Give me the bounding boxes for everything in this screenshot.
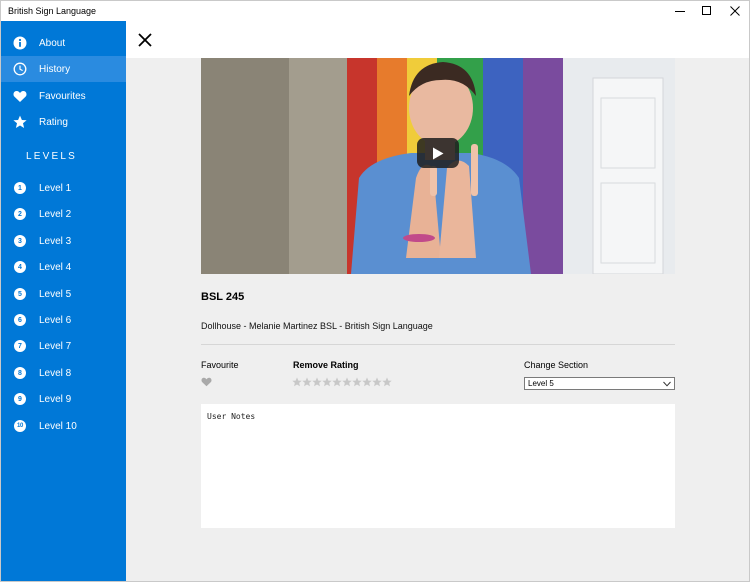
level-number-badge: 7: [14, 340, 26, 352]
video-title: BSL 245: [201, 291, 245, 303]
sidebar-item-level-4[interactable]: 4 Level 4: [1, 254, 126, 280]
sidebar: About History Favourites Rating LEVELS 1…: [1, 21, 126, 581]
sidebar-item-label: Level 6: [39, 315, 72, 326]
main-content: BSL 245 Dollhouse - Melanie Martinez BSL…: [126, 21, 749, 581]
sidebar-item-label: Level 8: [39, 368, 72, 379]
star-icon: [13, 115, 27, 129]
sidebar-item-level-5[interactable]: 5 Level 5: [1, 281, 126, 307]
rating-star-icon[interactable]: [322, 377, 332, 387]
change-section-label: Change Section: [524, 360, 589, 370]
sidebar-item-level-9[interactable]: 9 Level 9: [1, 386, 126, 412]
sidebar-item-level-10[interactable]: 10 Level 10: [1, 413, 126, 439]
level-number-badge: 9: [14, 393, 26, 405]
rating-star-icon[interactable]: [372, 377, 382, 387]
remove-rating-button[interactable]: Remove Rating: [293, 360, 359, 370]
level-number-badge: 5: [14, 288, 26, 300]
window-close-button[interactable]: [712, 1, 749, 21]
window-title: British Sign Language: [8, 6, 97, 16]
sidebar-item-level-7[interactable]: 7 Level 7: [1, 333, 126, 359]
sidebar-item-favourites[interactable]: Favourites: [1, 83, 126, 109]
sidebar-item-label: Level 2: [39, 209, 72, 220]
rating-star-icon[interactable]: [292, 377, 302, 387]
sidebar-item-level-6[interactable]: 6 Level 6: [1, 307, 126, 333]
window-close-icon: [730, 6, 740, 16]
rating-star-icon[interactable]: [312, 377, 322, 387]
sidebar-item-label: History: [39, 64, 71, 75]
rating-star-icon[interactable]: [342, 377, 352, 387]
play-icon: [433, 147, 444, 159]
rating-star-icon[interactable]: [362, 377, 372, 387]
top-bar: [126, 21, 749, 58]
rating-star-icon[interactable]: [332, 377, 342, 387]
clock-icon: [13, 62, 27, 76]
chevron-down-icon: [663, 381, 671, 387]
level-number-badge: 8: [14, 367, 26, 379]
favourite-toggle[interactable]: [201, 377, 212, 387]
sidebar-item-label: Level 1: [39, 183, 72, 194]
heart-icon: [13, 89, 27, 103]
favourite-label: Favourite: [201, 360, 239, 370]
sidebar-item-label: Rating: [39, 117, 68, 128]
sidebar-item-level-2[interactable]: 2 Level 2: [1, 201, 126, 227]
play-button[interactable]: [417, 138, 459, 168]
rating-star-icon[interactable]: [382, 377, 392, 387]
divider: [201, 344, 675, 345]
sidebar-item-label: Level 3: [39, 236, 72, 247]
level-number-badge: 3: [14, 235, 26, 247]
video-player[interactable]: [201, 58, 675, 274]
level-number-badge: 1: [14, 182, 26, 194]
maximize-icon: [702, 6, 711, 15]
user-notes-textarea[interactable]: User Notes: [201, 404, 675, 528]
sidebar-item-level-8[interactable]: 8 Level 8: [1, 360, 126, 386]
sidebar-item-level-1[interactable]: 1 Level 1: [1, 175, 126, 201]
level-number-badge: 4: [14, 261, 26, 273]
sidebar-item-about[interactable]: About: [1, 30, 126, 56]
heart-icon: [201, 377, 212, 387]
sidebar-item-rating[interactable]: Rating: [1, 109, 126, 135]
sidebar-item-label: Level 4: [39, 262, 72, 273]
rating-star-icon[interactable]: [352, 377, 362, 387]
sidebar-item-label: About: [39, 38, 66, 49]
level-number-badge: 10: [14, 420, 26, 432]
app-window: British Sign Language About History Favo…: [0, 0, 750, 582]
sidebar-item-history[interactable]: History: [1, 56, 126, 82]
section-dropdown[interactable]: Level 5: [524, 377, 675, 390]
user-notes-placeholder: User Notes: [207, 412, 256, 421]
sidebar-item-label: Level 5: [39, 289, 72, 300]
section-dropdown-value: Level 5: [528, 379, 554, 388]
sidebar-item-level-3[interactable]: 3 Level 3: [1, 228, 126, 254]
level-number-badge: 6: [14, 314, 26, 326]
close-detail-button[interactable]: [137, 32, 153, 48]
title-bar: British Sign Language: [1, 1, 749, 21]
sidebar-item-label: Favourites: [39, 91, 86, 102]
rating-stars[interactable]: [292, 377, 392, 387]
sidebar-item-label: Level 9: [39, 394, 72, 405]
rating-star-icon[interactable]: [302, 377, 312, 387]
sidebar-item-label: Level 7: [39, 341, 72, 352]
level-number-badge: 2: [14, 208, 26, 220]
levels-heading: LEVELS: [26, 151, 78, 162]
close-icon: [138, 33, 152, 47]
sidebar-item-label: Level 10: [39, 421, 77, 432]
video-description: Dollhouse - Melanie Martinez BSL - Briti…: [201, 321, 433, 331]
info-icon: [13, 36, 27, 50]
